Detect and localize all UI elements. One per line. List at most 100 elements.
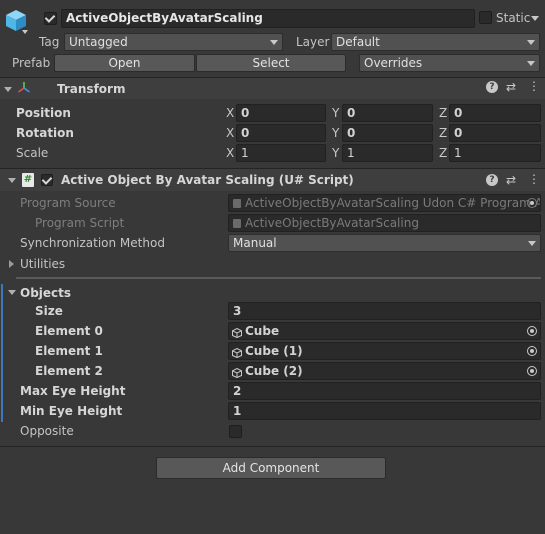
utilities-foldout[interactable]: Utilities — [0, 254, 300, 274]
prefab-open-button[interactable]: Open — [54, 54, 195, 72]
layer-dropdown[interactable]: Default — [331, 33, 540, 51]
axis-x-label[interactable]: X — [226, 125, 234, 141]
script-title: Active Object By Avatar Scaling (U# Scri… — [61, 173, 354, 187]
objects-accent-bar — [1, 284, 3, 422]
object-picker-icon[interactable] — [527, 326, 537, 336]
layer-value: Default — [336, 35, 380, 49]
position-label: Position — [16, 106, 71, 120]
cube-icon — [232, 346, 242, 359]
scale-y-field[interactable]: 1 — [342, 144, 433, 162]
fold-right-icon — [9, 260, 14, 268]
asset-icon — [233, 199, 241, 208]
opposite-checkbox[interactable] — [229, 425, 242, 438]
script-asset-icon — [233, 219, 241, 228]
element-1-label: Element 1 — [35, 344, 103, 358]
add-component-button[interactable]: Add Component — [156, 457, 386, 479]
program-script-field[interactable]: ActiveObjectByAvatarScaling — [228, 214, 541, 232]
script-file-icon: # — [22, 173, 34, 187]
scale-x-field[interactable]: 1 — [236, 144, 326, 162]
element-1-value: Cube (1) — [245, 344, 303, 358]
fold-down-icon[interactable] — [4, 87, 12, 92]
object-picker-icon[interactable] — [527, 198, 537, 208]
axis-z-label[interactable]: Z — [439, 125, 447, 141]
icon-dropdown-arrow[interactable] — [22, 30, 28, 34]
axis-z-label[interactable]: Z — [439, 145, 447, 161]
axis-y-label[interactable]: Y — [332, 145, 339, 161]
prefab-overrides-dropdown[interactable]: Overrides — [359, 54, 540, 72]
transform-row-scale: Scale X 1 Y 1 Z 1 — [0, 143, 545, 163]
element-2-value: Cube (2) — [245, 364, 303, 378]
program-source-field[interactable]: ActiveObjectByAvatarScaling Udon C# Prog… — [228, 194, 541, 212]
static-checkbox[interactable] — [479, 11, 492, 24]
cube-icon — [232, 366, 242, 379]
fold-down-icon[interactable] — [8, 178, 16, 183]
scale-label: Scale — [16, 146, 49, 160]
position-x-field[interactable]: 0 — [236, 104, 326, 122]
element-2-field[interactable]: Cube (2) — [228, 362, 541, 380]
chevron-down-icon — [528, 241, 536, 246]
program-source-label: Program Source — [20, 196, 116, 210]
object-name-field[interactable]: ActiveObjectByAvatarScaling — [61, 9, 475, 28]
layer-label: Layer — [296, 35, 330, 49]
transform-title: Transform — [57, 82, 126, 96]
prefab-select-button[interactable]: Select — [196, 54, 346, 72]
help-icon[interactable]: ? — [486, 81, 498, 93]
chevron-down-icon — [527, 40, 535, 45]
chevron-down-icon — [270, 40, 278, 45]
presets-icon[interactable]: ⇄ — [506, 173, 516, 187]
object-picker-icon[interactable] — [527, 366, 537, 376]
utilities-label: Utilities — [20, 257, 66, 271]
max-eye-height-label: Max Eye Height — [20, 384, 126, 398]
active-toggle[interactable] — [44, 12, 57, 25]
rotation-label: Rotation — [16, 126, 74, 140]
min-eye-height-label: Min Eye Height — [20, 404, 123, 418]
element-0-field[interactable]: Cube — [228, 322, 541, 340]
axis-y-label[interactable]: Y — [332, 105, 339, 121]
object-picker-icon[interactable] — [527, 346, 537, 356]
max-eye-height-field[interactable]: 2 — [228, 382, 541, 400]
presets-icon[interactable]: ⇄ — [506, 80, 516, 94]
scale-z-field[interactable]: 1 — [449, 144, 541, 162]
objects-foldout[interactable]: Objects — [0, 283, 300, 303]
axis-x-label[interactable]: X — [226, 145, 234, 161]
chevron-down-icon — [527, 61, 535, 66]
axis-z-label[interactable]: Z — [439, 105, 447, 121]
position-z-field[interactable]: 0 — [449, 104, 541, 122]
script-header[interactable]: # Active Object By Avatar Scaling (U# Sc… — [0, 168, 545, 191]
sync-method-dropdown[interactable]: Manual — [228, 234, 541, 252]
transform-header[interactable]: Transform ? ⇄ ⋮ — [0, 77, 545, 99]
more-menu-icon[interactable]: ⋮ — [528, 79, 540, 93]
overrides-value: Overrides — [364, 56, 423, 70]
axis-y-label[interactable]: Y — [332, 125, 339, 141]
element-1-field[interactable]: Cube (1) — [228, 342, 541, 360]
cube-icon — [232, 326, 242, 339]
tag-label: Tag — [39, 35, 60, 49]
program-script-label: Program Script — [35, 216, 125, 230]
min-eye-height-field[interactable]: 1 — [228, 402, 541, 420]
script-enabled-checkbox[interactable] — [41, 174, 53, 186]
element-2-label: Element 2 — [35, 364, 103, 378]
component-divider — [0, 446, 545, 447]
fold-down-icon — [8, 290, 16, 295]
transform-row-rotation: Rotation X 0 Y 0 Z 0 — [0, 123, 545, 143]
sync-method-label: Synchronization Method — [20, 236, 165, 250]
check-mark-icon — [44, 12, 56, 23]
objects-label: Objects — [20, 286, 72, 300]
rotation-z-field[interactable]: 0 — [449, 124, 541, 142]
opposite-label: Opposite — [20, 424, 74, 438]
separator — [16, 277, 541, 279]
more-menu-icon[interactable]: ⋮ — [528, 172, 540, 186]
size-label: Size — [35, 304, 63, 318]
static-label: Static — [496, 11, 531, 25]
rotation-y-field[interactable]: 0 — [342, 124, 433, 142]
rotation-x-field[interactable]: 0 — [236, 124, 326, 142]
static-dropdown-arrow[interactable] — [531, 16, 539, 21]
size-field[interactable]: 3 — [228, 302, 541, 320]
axis-x-label[interactable]: X — [226, 105, 234, 121]
check-mark-icon — [41, 174, 53, 185]
help-icon[interactable]: ? — [486, 174, 498, 186]
transform-icon — [17, 81, 31, 95]
position-y-field[interactable]: 0 — [342, 104, 433, 122]
tag-dropdown[interactable]: Untagged — [64, 33, 283, 51]
sync-method-value: Manual — [233, 236, 277, 250]
